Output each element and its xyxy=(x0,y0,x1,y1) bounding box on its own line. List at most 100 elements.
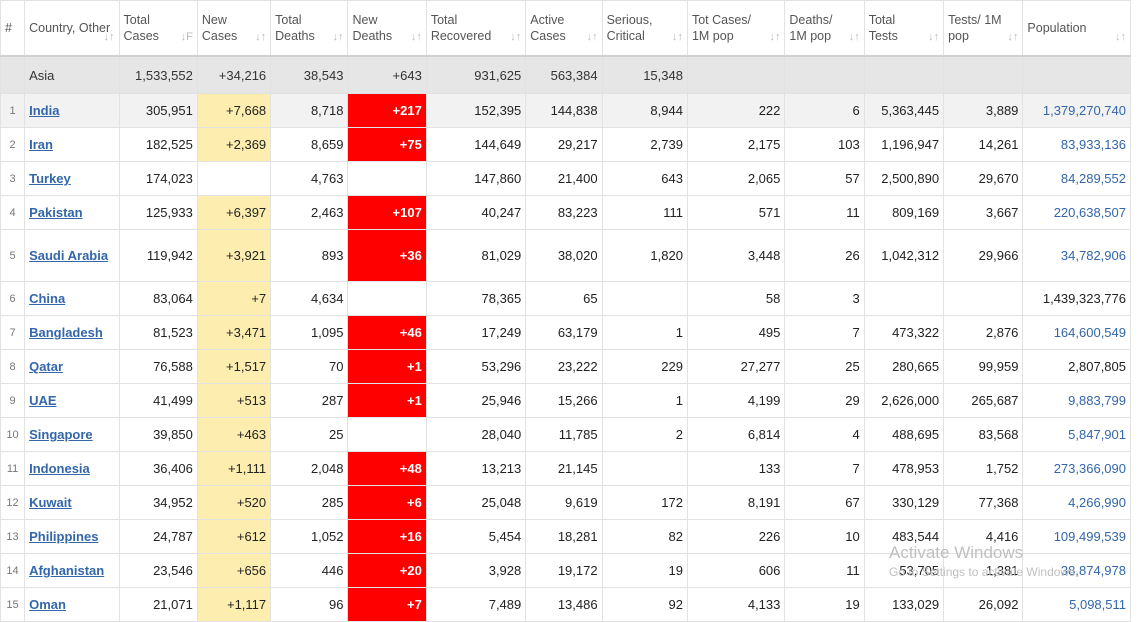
cell-tests-per-1m: 14,261 xyxy=(943,127,1024,162)
sort-icon[interactable]: ↓↑ xyxy=(1007,29,1018,45)
country-link[interactable]: Bangladesh xyxy=(29,325,103,340)
header-total-cases[interactable]: Total Cases ↓F xyxy=(118,0,198,57)
cell-deaths-per-1m: 11 xyxy=(784,553,865,588)
cell-population: 1,379,270,740 xyxy=(1022,93,1131,128)
sort-icon[interactable]: ↓↑ xyxy=(1115,29,1126,45)
cell-population: 220,638,507 xyxy=(1022,195,1131,230)
header-country[interactable]: Country, Other ↓↑ xyxy=(24,0,120,57)
sort-icon[interactable]: ↓↑ xyxy=(510,29,521,45)
country-link[interactable]: China xyxy=(29,291,65,306)
cell-deaths-per-1m: 103 xyxy=(784,127,865,162)
cell-population: 1,439,323,776 xyxy=(1022,281,1131,316)
sort-icon[interactable]: ↓↑ xyxy=(411,29,422,45)
header-total-recovered[interactable]: Total Recovered ↓↑ xyxy=(425,0,527,57)
header-total-tests[interactable]: Total Tests ↓↑ xyxy=(863,0,945,57)
cell-tests-per-1m: 3,889 xyxy=(943,93,1024,128)
header-new-cases[interactable]: New Cases ↓↑ xyxy=(196,0,272,57)
cell-new-deaths: +217 xyxy=(347,93,427,128)
cell-total-recovered: 25,946 xyxy=(425,383,527,418)
cell-population: 83,933,136 xyxy=(1022,127,1131,162)
header-index: # xyxy=(0,0,26,57)
cell-tests-per-1m: 3,667 xyxy=(943,195,1024,230)
country-link[interactable]: Philippines xyxy=(29,529,98,544)
cell-new-cases: +1,517 xyxy=(196,349,272,384)
cell-new-cases: +34,216 xyxy=(196,55,272,94)
cell-index: 7 xyxy=(0,315,26,350)
header-new-deaths[interactable]: New Deaths ↓↑ xyxy=(347,0,427,57)
cell-population: 5,098,511 xyxy=(1022,587,1131,622)
sort-icon[interactable]: ↓↑ xyxy=(587,29,598,45)
country-link[interactable]: India xyxy=(29,103,59,118)
country-link[interactable]: Indonesia xyxy=(29,461,90,476)
cell-cases-per-1m: 2,175 xyxy=(686,127,786,162)
cell-index: 5 xyxy=(0,229,26,282)
cell-new-deaths: +75 xyxy=(347,127,427,162)
country-link[interactable]: Qatar xyxy=(29,359,63,374)
cell-active-cases: 23,222 xyxy=(525,349,603,384)
header-population[interactable]: Population ↓↑ xyxy=(1022,0,1131,57)
sort-icon[interactable]: ↓↑ xyxy=(104,29,115,45)
table-row: 9 UAE 41,499 +513 287 +1 25,946 15,266 1 4,199 29 2… xyxy=(0,383,1131,418)
cell-total-cases: 119,942 xyxy=(118,229,198,282)
sort-icon[interactable]: ↓↑ xyxy=(928,29,939,45)
header-cases-per-1m[interactable]: Tot Cases/ 1M pop ↓↑ xyxy=(686,0,786,57)
cell-new-cases: +7 xyxy=(196,281,272,316)
cell-country: Indonesia xyxy=(24,451,120,486)
country-link[interactable]: Afghanistan xyxy=(29,563,104,578)
cell-active-cases: 11,785 xyxy=(525,417,603,452)
header-active-cases[interactable]: Active Cases ↓↑ xyxy=(525,0,603,57)
cell-total-recovered: 81,029 xyxy=(425,229,527,282)
country-link[interactable]: Saudi Arabia xyxy=(29,248,108,263)
cell-country: Pakistan xyxy=(24,195,120,230)
cell-cases-per-1m: 133 xyxy=(686,451,786,486)
cell-cases-per-1m: 222 xyxy=(686,93,786,128)
cell-total-cases: 41,499 xyxy=(118,383,198,418)
cell-serious-critical: 172 xyxy=(601,485,688,520)
country-link[interactable]: Oman xyxy=(29,597,66,612)
header-total-deaths[interactable]: Total Deaths ↓↑ xyxy=(270,0,349,57)
sort-icon[interactable]: ↓F xyxy=(181,29,193,45)
cell-active-cases: 21,145 xyxy=(525,451,603,486)
cell-total-recovered: 28,040 xyxy=(425,417,527,452)
cell-index: 3 xyxy=(0,161,26,196)
cell-cases-per-1m: 226 xyxy=(686,519,786,554)
cell-deaths-per-1m: 26 xyxy=(784,229,865,282)
sort-icon[interactable]: ↓↑ xyxy=(332,29,343,45)
cell-cases-per-1m: 4,199 xyxy=(686,383,786,418)
sort-icon[interactable]: ↓↑ xyxy=(769,29,780,45)
cell-new-deaths: +16 xyxy=(347,519,427,554)
country-link[interactable]: Kuwait xyxy=(29,495,72,510)
header-deaths-per-1m[interactable]: Deaths/ 1M pop ↓↑ xyxy=(784,0,865,57)
header-label: Population xyxy=(1027,21,1087,35)
cell-active-cases: 83,223 xyxy=(525,195,603,230)
sort-icon[interactable]: ↓↑ xyxy=(849,29,860,45)
cell-serious-critical: 1,820 xyxy=(601,229,688,282)
cell-new-cases: +1,117 xyxy=(196,587,272,622)
country-link[interactable]: Pakistan xyxy=(29,205,82,220)
country-link[interactable]: Iran xyxy=(29,137,53,152)
cell-total-deaths: 2,463 xyxy=(270,195,349,230)
country-link[interactable]: Turkey xyxy=(29,171,71,186)
cell-serious-critical: 2,739 xyxy=(601,127,688,162)
country-link[interactable]: Singapore xyxy=(29,427,93,442)
table-row: 6 China 83,064 +7 4,634 78,365 65 58 3 1,439,323,… xyxy=(0,281,1131,316)
header-serious-critical[interactable]: Serious, Critical ↓↑ xyxy=(601,0,688,57)
sort-icon[interactable]: ↓↑ xyxy=(672,29,683,45)
cell-total-deaths: 25 xyxy=(270,417,349,452)
country-link[interactable]: UAE xyxy=(29,393,56,408)
cell-serious-critical xyxy=(601,451,688,486)
cell-total-recovered: 78,365 xyxy=(425,281,527,316)
cell-new-deaths: +107 xyxy=(347,195,427,230)
cell-total-cases: 24,787 xyxy=(118,519,198,554)
cell-country: Kuwait xyxy=(24,485,120,520)
header-label: Total Tests xyxy=(868,13,898,43)
cell-total-tests xyxy=(863,55,945,94)
cell-new-cases: +520 xyxy=(196,485,272,520)
table-body: Asia 1,533,552 +34,216 38,543 +643 931,625 563… xyxy=(0,55,1131,622)
header-tests-per-1m[interactable]: Tests/ 1M pop ↓↑ xyxy=(943,0,1024,57)
cell-tests-per-1m: 1,752 xyxy=(943,451,1024,486)
cell-new-deaths: +7 xyxy=(347,587,427,622)
cell-new-deaths: +36 xyxy=(347,229,427,282)
sort-icon[interactable]: ↓↑ xyxy=(255,29,266,45)
cell-tests-per-1m: 29,670 xyxy=(943,161,1024,196)
